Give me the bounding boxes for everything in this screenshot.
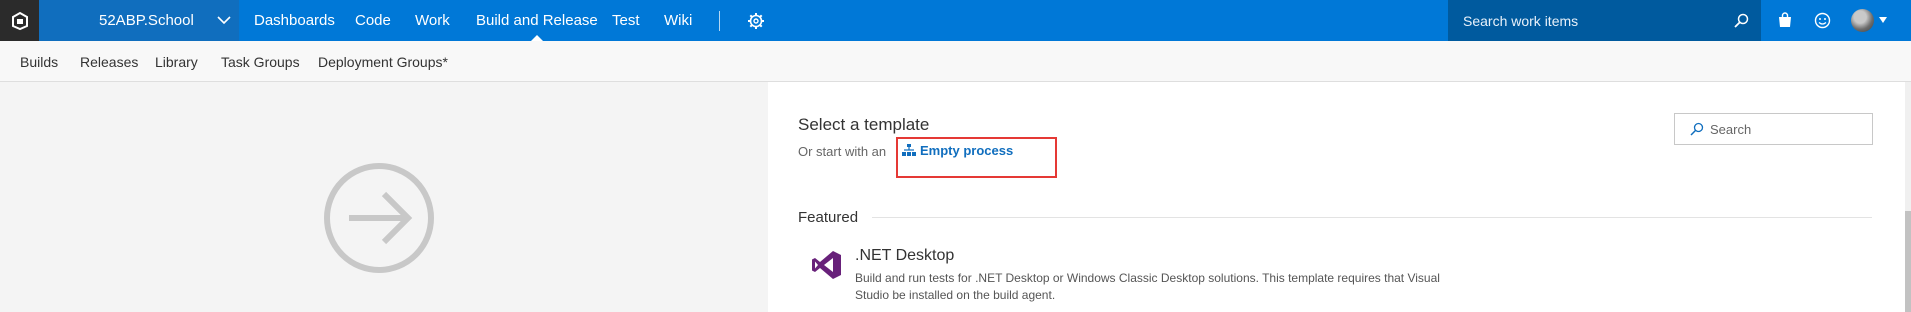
user-avatar[interactable] (1851, 9, 1874, 32)
subnav-builds[interactable]: Builds (20, 41, 58, 82)
nav-wiki[interactable]: Wiki (664, 0, 692, 41)
vsts-logo-icon (11, 11, 28, 30)
project-name: 52ABP.School (99, 12, 194, 29)
template-name[interactable]: .NET Desktop (855, 247, 954, 265)
nav-work[interactable]: Work (415, 0, 450, 41)
smiley-feedback-icon[interactable] (1814, 12, 1831, 29)
search-icon (1690, 122, 1704, 136)
start-with-text: Or start with an (798, 144, 887, 159)
project-selector[interactable]: 52ABP.School (39, 0, 239, 41)
subnav-deployment-groups[interactable]: Deployment Groups* (318, 41, 448, 82)
vsts-logo[interactable] (0, 0, 39, 41)
subnav-task-groups[interactable]: Task Groups (221, 41, 300, 82)
build-release-subnav: Builds Releases Library Task Groups Depl… (0, 41, 1911, 82)
subnav-releases[interactable]: Releases (80, 41, 138, 82)
top-bar: 52ABP.School Dashboards Code Work Build … (0, 0, 1911, 41)
featured-section-label: Featured (798, 209, 859, 226)
visual-studio-icon[interactable] (811, 249, 843, 281)
work-item-search[interactable]: Search work items (1448, 0, 1761, 41)
page-title: Select a template (798, 115, 930, 134)
work-item-search-placeholder: Search work items (1463, 12, 1579, 29)
featured-divider (872, 217, 1872, 218)
search-icon[interactable] (1733, 13, 1749, 29)
arrow-right-circle-icon (324, 163, 434, 273)
highlight-box (896, 137, 1057, 178)
nav-divider (719, 11, 720, 31)
avatar-dropdown-icon[interactable] (1879, 17, 1887, 23)
marketplace-bag-icon[interactable] (1777, 12, 1793, 28)
nav-build-and-release[interactable]: Build and Release (476, 0, 598, 41)
template-search-placeholder: Search (1710, 121, 1752, 137)
template-description: Build and run tests for .NET Desktop or … (855, 271, 1440, 302)
scrollbar-thumb[interactable] (1905, 211, 1911, 312)
subnav-library[interactable]: Library (155, 41, 198, 82)
nav-code[interactable]: Code (355, 0, 391, 41)
chevron-down-icon (217, 16, 231, 25)
gear-icon[interactable] (747, 12, 765, 30)
nav-dashboards[interactable]: Dashboards (254, 0, 335, 41)
template-search-input[interactable]: Search (1674, 113, 1873, 145)
nav-test[interactable]: Test (612, 0, 640, 41)
